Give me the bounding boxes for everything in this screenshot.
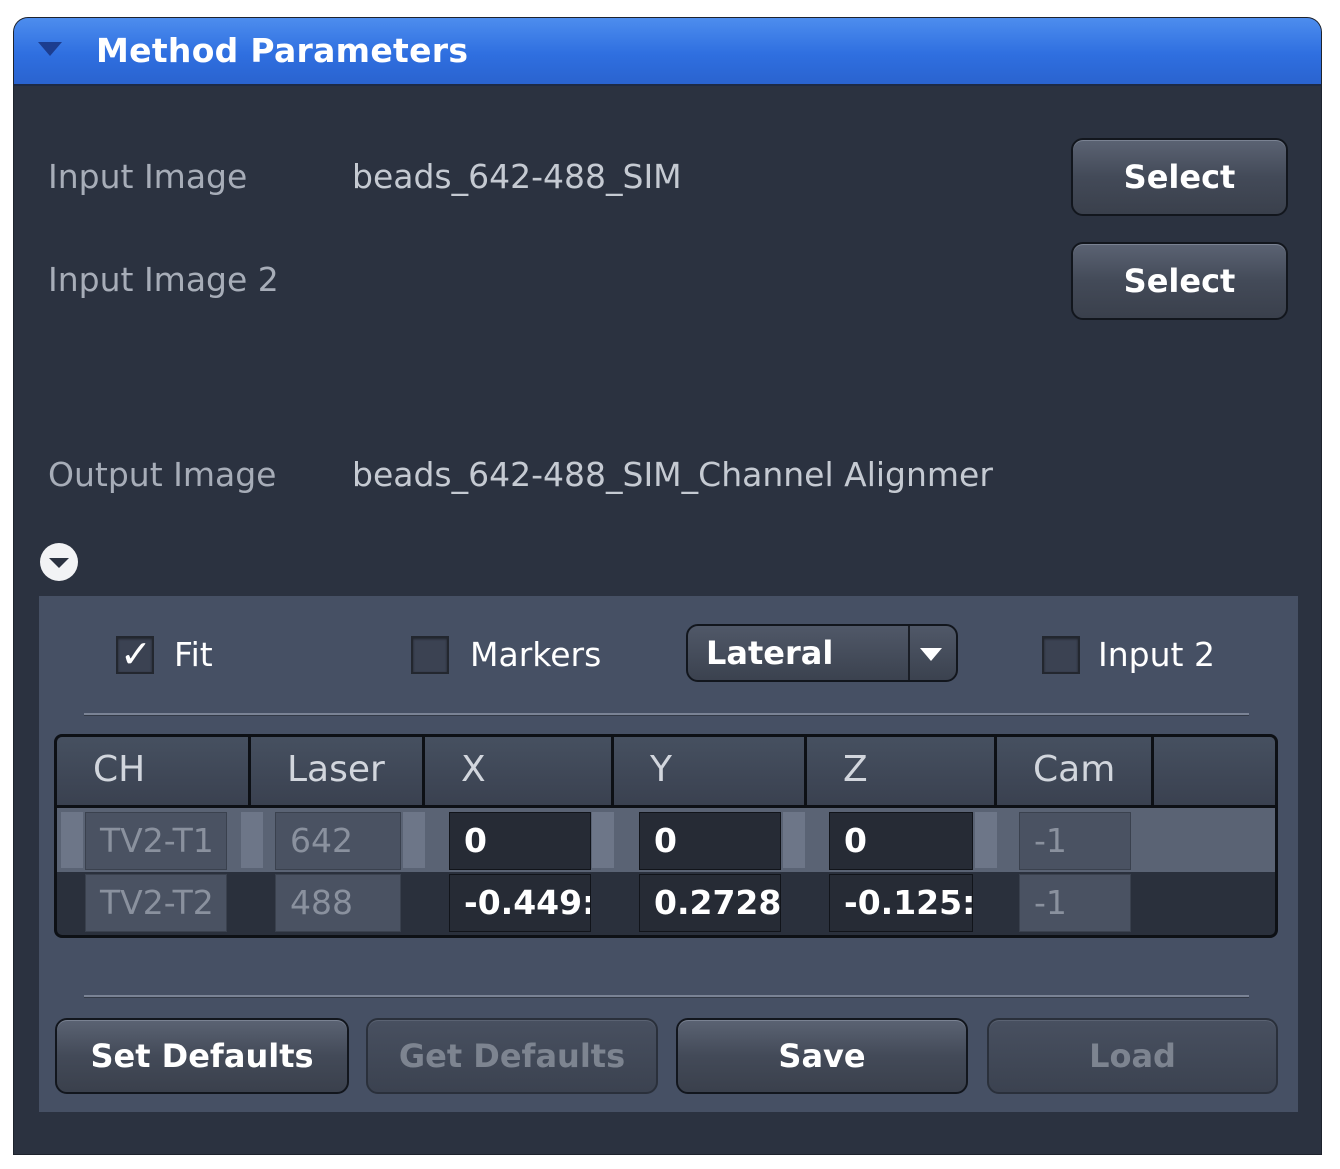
- select-input-image-2-button[interactable]: Select: [1071, 242, 1288, 320]
- input2-label: Input 2: [1098, 635, 1215, 674]
- dropdown-separator: [908, 626, 910, 680]
- divider-top: [84, 713, 1249, 716]
- row-handle: [783, 812, 805, 868]
- chevron-down-icon[interactable]: [920, 648, 942, 661]
- select-input-image-button[interactable]: Select: [1071, 138, 1288, 216]
- table-cell-laser: 642: [275, 812, 401, 870]
- row-handle: [592, 812, 614, 868]
- divider-bottom: [84, 995, 1249, 998]
- row-handle: [975, 812, 997, 868]
- table-cell-y[interactable]: 0.2728: [639, 874, 781, 932]
- checkmark-icon: ✓: [120, 632, 152, 676]
- row-handle[interactable]: [61, 812, 83, 868]
- column-header-x[interactable]: X: [425, 737, 614, 805]
- load-button[interactable]: Load: [987, 1018, 1278, 1094]
- table-cell-cam: -1: [1019, 874, 1131, 932]
- table-cell-z[interactable]: -0.125:: [829, 874, 973, 932]
- input-image-value: beads_642-488_SIM: [352, 157, 682, 196]
- table-cell-z[interactable]: 0: [829, 812, 973, 870]
- channel-offset-table: CH Laser X Y Z Cam TV2-T1 642 0 0 0 -1 T…: [54, 734, 1278, 938]
- input-image-2-label: Input Image 2: [48, 260, 279, 299]
- row-handle: [403, 812, 425, 868]
- input2-checkbox[interactable]: [1042, 636, 1080, 674]
- column-header-laser[interactable]: Laser: [251, 737, 425, 805]
- column-header-ch[interactable]: CH: [57, 737, 251, 805]
- collapse-section-icon[interactable]: [40, 543, 78, 581]
- panel-titlebar[interactable]: Method Parameters: [14, 18, 1321, 86]
- column-header-z[interactable]: Z: [807, 737, 997, 805]
- output-image-value: beads_642-488_SIM_Channel Alignmer: [352, 455, 993, 494]
- fit-label: Fit: [174, 635, 213, 674]
- fit-checkbox[interactable]: ✓: [116, 632, 154, 676]
- column-header-empty: [1154, 737, 1275, 805]
- markers-label: Markers: [470, 635, 602, 674]
- table-cell-x[interactable]: -0.449:: [449, 874, 591, 932]
- set-defaults-button[interactable]: Set Defaults: [55, 1018, 349, 1094]
- table-header: CH Laser X Y Z Cam: [57, 737, 1275, 808]
- get-defaults-button[interactable]: Get Defaults: [366, 1018, 658, 1094]
- column-header-y[interactable]: Y: [614, 737, 807, 805]
- table-cell-y[interactable]: 0: [639, 812, 781, 870]
- table-cell-x[interactable]: 0: [449, 812, 591, 870]
- input-image-label: Input Image: [48, 157, 248, 196]
- mode-dropdown-value: Lateral: [706, 634, 834, 672]
- table-cell-laser: 488: [275, 874, 401, 932]
- column-header-cam[interactable]: Cam: [997, 737, 1154, 805]
- output-image-label: Output Image: [48, 455, 277, 494]
- table-cell-ch: TV2-T1: [85, 812, 227, 870]
- mode-dropdown[interactable]: Lateral: [686, 624, 958, 682]
- collapse-arrow-icon[interactable]: [38, 42, 62, 56]
- row-handle: [241, 812, 263, 868]
- markers-checkbox[interactable]: [411, 636, 449, 674]
- save-button[interactable]: Save: [676, 1018, 968, 1094]
- panel-title: Method Parameters: [96, 31, 469, 70]
- table-cell-ch: TV2-T2: [85, 874, 227, 932]
- table-cell-cam: -1: [1019, 812, 1131, 870]
